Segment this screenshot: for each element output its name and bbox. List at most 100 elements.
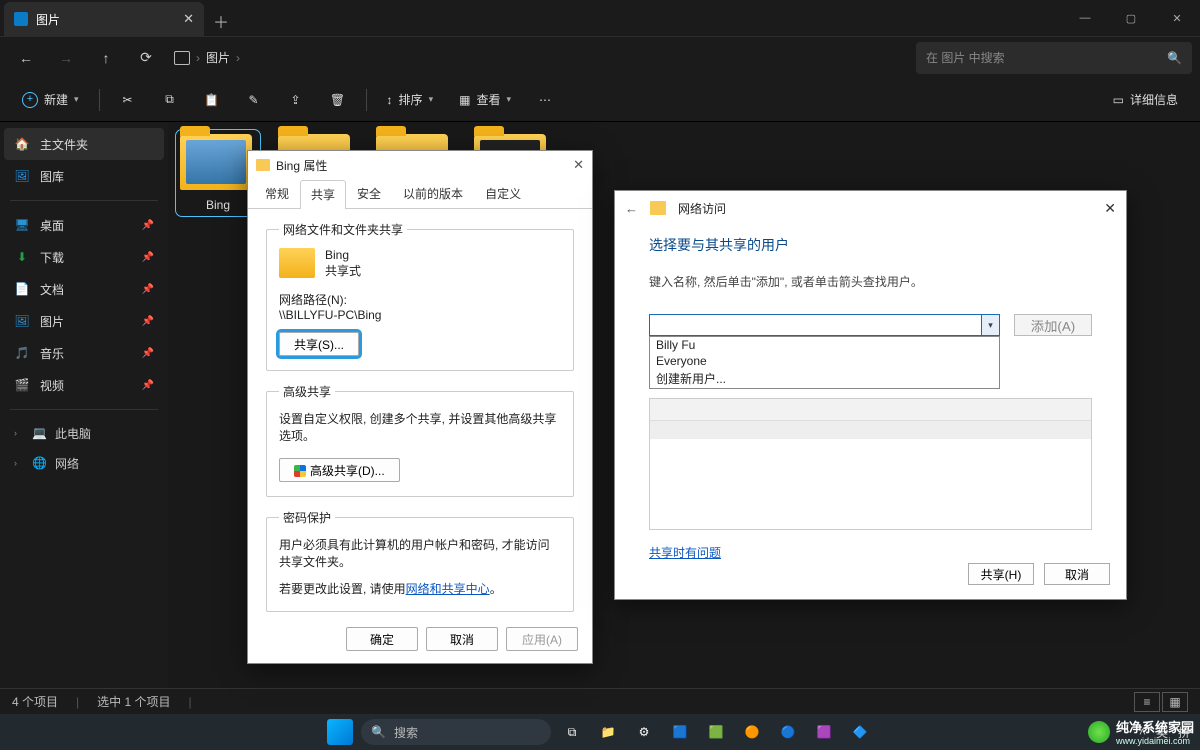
tab-general[interactable]: 常规 <box>254 179 300 208</box>
item-count: 4 个项目 <box>12 693 58 710</box>
taskbar-app[interactable]: 🟩 <box>701 717 731 747</box>
view-button[interactable]: ▦ 查看 ▾ <box>449 84 521 116</box>
close-button[interactable]: ✕ <box>573 157 584 173</box>
taskbar-app[interactable]: 🔷 <box>845 717 875 747</box>
user-input[interactable] <box>649 314 1000 336</box>
chevron-right-icon: › <box>14 458 24 468</box>
selection-count: 选中 1 个项目 <box>97 693 170 710</box>
delete-button[interactable]: 🗑 <box>320 84 356 116</box>
details-icon: ▭ <box>1113 93 1124 107</box>
sidebar-item-desktop[interactable]: 🖥桌面📌 <box>4 209 164 241</box>
sidebar-item-home[interactable]: 🏠主文件夹 <box>4 128 164 160</box>
system-tray[interactable]: ˄ 英 拼 <box>1139 724 1190 741</box>
search-placeholder: 在 图片 中搜索 <box>926 49 1005 66</box>
refresh-button[interactable]: ⟳ <box>128 42 164 74</box>
network-center-link[interactable]: 网络和共享中心 <box>406 582 490 596</box>
pictures-icon <box>14 12 28 26</box>
back-button[interactable]: ← <box>8 42 44 74</box>
tab-security[interactable]: 安全 <box>346 179 392 208</box>
sidebar-item-videos[interactable]: 🎬视频📌 <box>4 369 164 401</box>
view-icon: ▦ <box>459 93 470 107</box>
dropdown-option[interactable]: Billy Fu <box>650 337 999 353</box>
maximize-button[interactable]: ▢ <box>1108 0 1154 36</box>
network-icon: 🌐 <box>32 456 47 470</box>
sort-button[interactable]: ↕ 排序 ▾ <box>377 84 444 116</box>
properties-dialog: Bing 属性 ✕ 常规 共享 安全 以前的版本 自定义 网络文件和文件夹共享 … <box>247 150 593 664</box>
tab-title: 图片 <box>36 11 60 28</box>
dropdown-option[interactable]: 创建新用户... <box>650 369 999 388</box>
taskbar-app[interactable]: 🟠 <box>737 717 767 747</box>
more-button[interactable]: ⋯ <box>527 84 563 116</box>
view-list-button[interactable]: ≡ <box>1134 692 1160 712</box>
paste-button[interactable]: 📋 <box>194 84 230 116</box>
rename-button[interactable]: ✎ <box>236 84 272 116</box>
active-tab[interactable]: 图片 ✕ <box>4 2 204 36</box>
share-confirm-button[interactable]: 共享(H) <box>968 563 1034 585</box>
tab-customize[interactable]: 自定义 <box>474 179 532 208</box>
details-pane-button[interactable]: ▭ 详细信息 <box>1103 84 1188 116</box>
taskbar-app[interactable]: 📁 <box>593 717 623 747</box>
view-grid-button[interactable]: ▦ <box>1162 692 1188 712</box>
sidebar-item-pictures[interactable]: 🖼图片📌 <box>4 305 164 337</box>
problems-link[interactable]: 共享时有问题 <box>649 544 1092 561</box>
close-window-button[interactable]: ✕ <box>1154 0 1200 36</box>
task-view-button[interactable]: ⧉ <box>557 717 587 747</box>
tab-share[interactable]: 共享 <box>300 180 346 209</box>
forward-button[interactable]: → <box>48 42 84 74</box>
taskbar-app[interactable]: ⚙ <box>629 717 659 747</box>
crumb-pictures[interactable]: 图片 <box>206 49 230 66</box>
add-button[interactable]: 添加(A) <box>1014 314 1092 336</box>
taskbar-app[interactable]: 🟦 <box>665 717 695 747</box>
breadcrumb[interactable]: › 图片 › <box>168 49 912 66</box>
pin-icon: 📌 <box>142 348 154 359</box>
chevron-right-icon: › <box>196 51 200 65</box>
share-name: Bing <box>325 248 361 262</box>
chevron-up-icon[interactable]: ˄ <box>1139 725 1146 739</box>
start-button[interactable] <box>325 717 355 747</box>
advanced-share-button[interactable]: 高级共享(D)... <box>279 458 400 482</box>
taskbar-app[interactable]: 🔵 <box>773 717 803 747</box>
folder-bing[interactable]: Bing <box>180 134 256 212</box>
cancel-button[interactable]: 取消 <box>1044 563 1110 585</box>
folder-icon <box>256 159 270 171</box>
status-bar: 4 个项目 | 选中 1 个项目 | ≡ ▦ <box>0 688 1200 714</box>
share-button[interactable]: 共享(S)... <box>279 332 359 356</box>
ok-button[interactable]: 确定 <box>346 627 418 651</box>
search-input[interactable]: 在 图片 中搜索 🔍 <box>916 42 1192 74</box>
chevron-down-icon: ▾ <box>429 94 434 105</box>
user-combobox[interactable]: ▾ Billy Fu Everyone 创建新用户... <box>649 314 1000 336</box>
up-button[interactable]: ↑ <box>88 42 124 74</box>
new-tab-button[interactable]: ＋ <box>204 6 238 36</box>
chevron-right-icon: › <box>236 51 240 65</box>
user-dropdown: Billy Fu Everyone 创建新用户... <box>649 336 1000 389</box>
dropdown-option[interactable]: Everyone <box>650 353 999 369</box>
permission-list[interactable] <box>649 398 1092 530</box>
sidebar-item-network[interactable]: ›🌐网络 <box>4 448 164 478</box>
dialog-title-bar[interactable]: Bing 属性 ✕ <box>248 151 592 179</box>
home-icon: 🏠 <box>14 136 30 152</box>
taskbar-search[interactable]: 🔍搜索 <box>361 719 551 745</box>
sort-icon: ↕ <box>387 93 393 107</box>
apply-button[interactable]: 应用(A) <box>506 627 578 651</box>
new-button[interactable]: + 新建 ▾ <box>12 84 89 116</box>
sidebar-item-thispc[interactable]: ›💻此电脑 <box>4 418 164 448</box>
taskbar-app[interactable]: 🟪 <box>809 717 839 747</box>
sidebar-item-downloads[interactable]: ⬇下载📌 <box>4 241 164 273</box>
share-button[interactable]: ⇪ <box>278 84 314 116</box>
close-button[interactable]: ✕ <box>1104 200 1116 217</box>
minimize-button[interactable]: — <box>1062 0 1108 36</box>
back-icon[interactable]: ← <box>625 201 638 216</box>
toolbar: + 新建 ▾ ✂ ⧉ 📋 ✎ ⇪ 🗑 ↕ 排序 ▾ ▦ 查看 ▾ ⋯ ▭ 详细信… <box>0 78 1200 122</box>
pin-icon: 📌 <box>142 316 154 327</box>
tab-previous-versions[interactable]: 以前的版本 <box>392 179 474 208</box>
close-tab-icon[interactable]: ✕ <box>183 11 194 27</box>
copy-button[interactable]: ⧉ <box>152 84 188 116</box>
cut-button[interactable]: ✂ <box>110 84 146 116</box>
sidebar-item-documents[interactable]: 📄文档📌 <box>4 273 164 305</box>
dialog-header[interactable]: ← 网络访问 ✕ <box>615 191 1126 225</box>
dropdown-arrow-icon[interactable]: ▾ <box>981 315 999 335</box>
cancel-button[interactable]: 取消 <box>426 627 498 651</box>
list-row <box>650 421 1091 439</box>
sidebar-item-gallery[interactable]: 🖼图库 <box>4 160 164 192</box>
sidebar-item-music[interactable]: 🎵音乐📌 <box>4 337 164 369</box>
